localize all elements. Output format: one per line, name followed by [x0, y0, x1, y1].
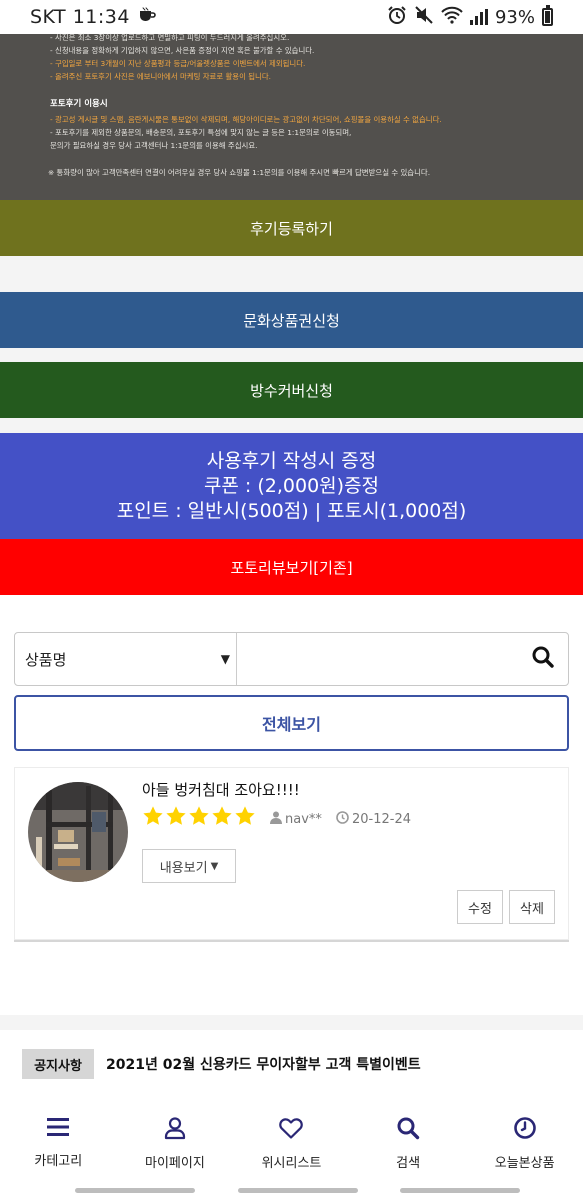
- clock-icon: [513, 1116, 537, 1144]
- review-card: 아들 벙커침대 조아요!!!! nav** 20-12-24 내용보기 ▼ 수정…: [14, 767, 569, 942]
- clock-icon: [336, 811, 349, 828]
- nav-label: 위시리스트: [261, 1156, 322, 1171]
- view-content-button[interactable]: 내용보기 ▼: [142, 849, 236, 883]
- notice-ticker: 공지사항 2021년 02월 신용카드 무이자할부 고객 특별이벤트: [0, 1030, 583, 1100]
- star-icon: [234, 805, 256, 831]
- battery-percent: 93%: [494, 6, 535, 28]
- notice-line: 문의가 필요하실 경우 당사 고객센터나 1:1문의를 이용해 주십시요.: [50, 141, 258, 150]
- heart-icon: [278, 1116, 304, 1144]
- notice-line-highlight: - 구입일로 부터 3개월이 지난 상품평과 등급/어울렛상품은 이벤트에서 제…: [50, 59, 306, 68]
- search-icon: [532, 646, 554, 672]
- waterproof-cover-button[interactable]: 방수커버신청: [0, 362, 583, 418]
- search-input[interactable]: [237, 633, 518, 685]
- alarm-icon: [387, 5, 407, 30]
- wifi-icon: [441, 6, 463, 29]
- nav-mypage[interactable]: 마이페이지: [117, 1100, 234, 1200]
- nav-label: 검색: [396, 1156, 421, 1171]
- notice-line: - 포토후기를 제외한 상품문의, 배송문의, 포토후기 특성에 맞지 않는 글…: [50, 128, 352, 137]
- notice-line: - 사진은 최소 3장이상 업로드하고 면밀하고 피팅이 두드러지게 올려주십시…: [50, 33, 290, 42]
- ticker-text[interactable]: 2021년 02월 신용카드 무이자할부 고객 특별이벤트: [106, 1054, 421, 1074]
- search-field-select[interactable]: 상품명 ▼: [15, 633, 237, 685]
- notice-line: - 올려주신 포토후기 사진은 에보니아에서 마케팅 자료로 활용이 됩니다.: [50, 70, 533, 83]
- caret-down-icon: ▼: [210, 860, 219, 872]
- star-icon: [142, 805, 164, 831]
- review-register-button[interactable]: 후기등록하기: [0, 200, 583, 256]
- view-all-button[interactable]: 전체보기: [14, 695, 569, 751]
- search-bar: 상품명 ▼: [14, 632, 569, 686]
- user-icon: [163, 1116, 187, 1144]
- caret-down-icon: ▼: [220, 652, 230, 666]
- ticker-label: 공지사항: [22, 1049, 94, 1079]
- review-author: nav**: [270, 811, 322, 828]
- notice-footer: ※ 통화량이 많아 고객만족센터 연결이 어려우실 경우 당사 쇼핑몰 1:1문…: [48, 168, 431, 177]
- nav-wishlist[interactable]: 위시리스트: [233, 1100, 350, 1200]
- status-bar: SKT 11:34 93%: [0, 0, 583, 34]
- review-date: 20-12-24: [336, 811, 411, 828]
- delete-review-button[interactable]: 삭제: [509, 890, 555, 924]
- star-icon: [188, 805, 210, 831]
- notice-line-text: - 올려주신 포토후기 사진은 에보니아에서 마케팅 자료로 활용이 됩니다.: [50, 72, 271, 81]
- signal-icon: [469, 9, 488, 25]
- edit-review-button[interactable]: 수정: [457, 890, 503, 924]
- review-title[interactable]: 아들 벙커침대 조아요!!!!: [142, 779, 300, 800]
- search-icon: [396, 1116, 420, 1144]
- gesture-bar: [75, 1188, 195, 1193]
- nav-search[interactable]: 검색: [350, 1100, 467, 1200]
- nav-recent[interactable]: 오늘본상품: [466, 1100, 583, 1200]
- promo-line: 포인트 : 일반시(500점) | 포토시(1,000점): [116, 499, 467, 522]
- star-icon: [165, 805, 187, 831]
- bottom-nav: 카테고리 마이페이지 위시리스트 검색 오늘본상품: [0, 1100, 583, 1200]
- user-icon: [270, 811, 282, 828]
- rating-stars: [142, 805, 256, 831]
- review-date-text: 20-12-24: [352, 812, 412, 827]
- star-icon: [211, 805, 233, 831]
- photo-review-notice: - 사진은 최소 3장이상 업로드하고 면밀하고 피팅이 두드러지게 올려주십시…: [0, 33, 583, 200]
- notice-usage-title: 포토후기 이용시: [50, 99, 108, 109]
- search-select-value: 상품명: [25, 650, 67, 669]
- notice-line-highlight: - 광고성 게시글 및 스팸, 음란게시물은 통보없이 삭제되며, 해당아이디로…: [50, 115, 442, 124]
- promo-line: 사용후기 작성시 증정: [206, 449, 377, 472]
- culture-voucher-button[interactable]: 문화상품권신청: [0, 292, 583, 348]
- gesture-bar: [400, 1188, 520, 1193]
- photo-review-old-button[interactable]: 포토리뷰보기[기존]: [0, 539, 583, 595]
- nav-label: 오늘본상품: [494, 1156, 555, 1171]
- review-promo-banner[interactable]: 사용후기 작성시 증정 쿠폰 : (2,000원)증정 포인트 : 일반시(50…: [0, 433, 583, 539]
- nav-label: 카테고리: [34, 1154, 83, 1169]
- nav-label: 마이페이지: [144, 1156, 205, 1171]
- view-content-label: 내용보기: [159, 860, 208, 876]
- gesture-bar: [238, 1188, 358, 1193]
- notice-line: - 신청내용을 정확하게 기입하지 않으면, 사은품 증정이 지연 혹은 불가할…: [50, 46, 315, 55]
- menu-icon: [46, 1116, 70, 1142]
- battery-icon: [542, 5, 553, 26]
- nav-category[interactable]: 카테고리: [0, 1100, 117, 1200]
- coffee-icon: [138, 6, 156, 28]
- search-button[interactable]: [518, 633, 568, 685]
- promo-line: 쿠폰 : (2,000원)증정: [203, 474, 380, 497]
- review-author-name: nav**: [285, 812, 322, 827]
- carrier-time: SKT 11:34: [30, 6, 130, 28]
- review-thumbnail[interactable]: [28, 782, 128, 882]
- mute-icon: [414, 5, 434, 30]
